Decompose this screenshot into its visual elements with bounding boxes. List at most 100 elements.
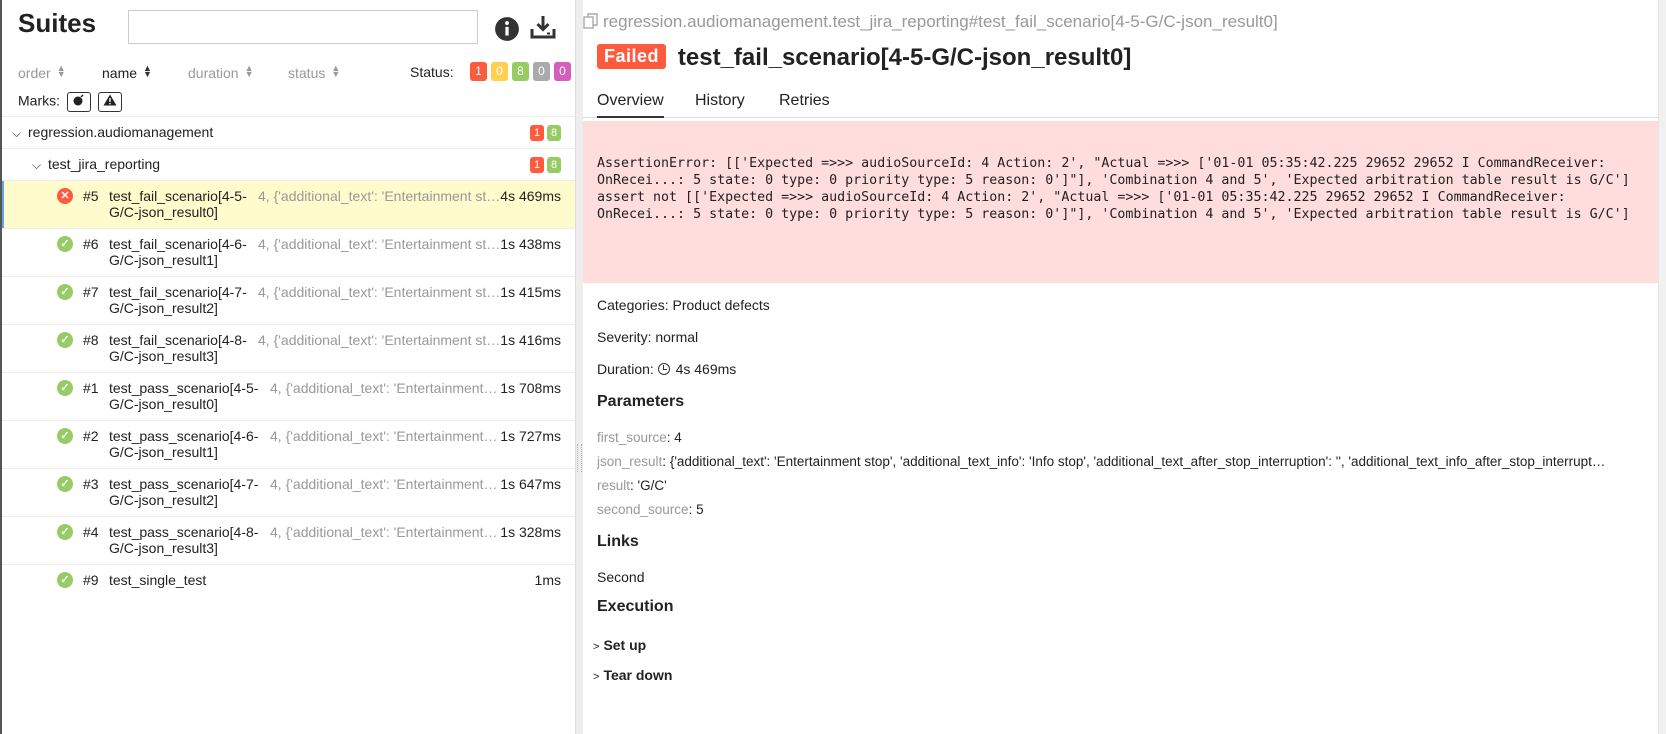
- test-name: test_fail_scenario[4-7-G/C-json_result2]: [109, 284, 247, 316]
- test-name: test_pass_scenario[4-7-G/C-json_result2]: [109, 476, 259, 508]
- broken-filter-badge[interactable]: 0: [491, 62, 508, 81]
- failed-count-badge: 1: [530, 157, 544, 173]
- test-params: 4, {'additional_text': 'Entertainment…: [270, 428, 498, 444]
- passed-status-icon: ✓: [57, 524, 73, 540]
- test-params: 4, {'additional_text': 'Entertainment st…: [258, 332, 501, 348]
- test-order: #5: [83, 188, 99, 204]
- parameter-row: json_result: {'additional_text': 'Entert…: [597, 454, 1606, 469]
- duration-field: Duration: 4s 469ms: [597, 361, 736, 377]
- group-counts: 1 8: [530, 125, 561, 141]
- test-row[interactable]: ✓ #4 test_pass_scenario[4-8-G/C-json_res…: [2, 516, 575, 564]
- test-order: #4: [83, 524, 99, 540]
- parameters-heading: Parameters: [597, 393, 685, 410]
- test-params: 4, {'additional_text': 'Entertainment st…: [258, 236, 501, 252]
- parameter-row: second_source: 5: [597, 502, 704, 517]
- sort-order[interactable]: order ▲ ▼: [18, 64, 66, 82]
- sort-name-label: name: [102, 65, 138, 81]
- parameter-key: first_source: [597, 430, 667, 445]
- test-tree: ⌵ regression.audiomanagement 1 8 ⌵ test_…: [2, 116, 575, 594]
- test-row[interactable]: ✓ #7 test_fail_scenario[4-7-G/C-json_res…: [2, 276, 575, 324]
- page-title: test_fail_scenario[4-5-G/C-json_result0]: [677, 44, 1132, 71]
- group-name: regression.audiomanagement: [28, 124, 214, 140]
- sort-duration[interactable]: duration ▲ ▼: [188, 63, 254, 82]
- passed-status-icon: ✓: [57, 332, 73, 348]
- test-title-row: Failed test_fail_scenario[4-5-G/C-json_r…: [597, 44, 1131, 72]
- sort-name[interactable]: name ▲ ▼: [102, 63, 152, 82]
- test-duration: 1ms: [534, 572, 561, 588]
- passed-filter-badge[interactable]: 8: [512, 62, 529, 81]
- test-duration: 1s 647ms: [500, 476, 561, 492]
- parameter-row: result: 'G/C': [597, 478, 667, 493]
- download-icon[interactable]: [530, 14, 556, 40]
- categories-value: Product defects: [672, 297, 770, 313]
- test-name: test_fail_scenario[4-5-G/C-json_result0]: [109, 188, 247, 220]
- passed-status-icon: ✓: [57, 572, 73, 588]
- test-row[interactable]: ✓ #8 test_fail_scenario[4-8-G/C-json_res…: [2, 324, 575, 372]
- test-row[interactable]: ✕ #5 test_fail_scenario[4-5-G/C-json_res…: [2, 180, 575, 228]
- search-input[interactable]: [128, 10, 478, 44]
- status-badge: Failed: [597, 44, 667, 69]
- test-order: #3: [83, 476, 99, 492]
- categories-field: Categories: Product defects: [597, 297, 770, 313]
- sort-arrows-icon: ▲ ▼: [143, 63, 152, 79]
- suite-group-row[interactable]: ⌵ regression.audiomanagement 1 8: [2, 116, 575, 148]
- clock-icon: [657, 363, 670, 375]
- tab-overview[interactable]: Overview: [597, 92, 664, 118]
- sort-status-label: status: [288, 65, 326, 81]
- detail-tabs: Overview History Retries: [583, 84, 1658, 118]
- pane-splitter[interactable]: [575, 0, 583, 734]
- test-order: #7: [83, 284, 99, 300]
- links-heading: Links: [597, 533, 639, 550]
- execution-step-setup[interactable]: > Set up: [593, 637, 646, 653]
- test-row[interactable]: ✓ #6 test_fail_scenario[4-6-G/C-json_res…: [2, 228, 575, 276]
- tab-history[interactable]: History: [695, 92, 745, 110]
- status-filter-label: Status:: [410, 64, 454, 80]
- test-name: test_single_test: [109, 572, 207, 588]
- execution-step-teardown[interactable]: > Tear down: [593, 667, 672, 683]
- severity-field: Severity: normal: [597, 329, 698, 345]
- test-row[interactable]: ✓ #3 test_pass_scenario[4-7-G/C-json_res…: [2, 468, 575, 516]
- copy-icon[interactable]: [583, 13, 599, 29]
- test-duration: 1s 438ms: [500, 236, 561, 252]
- test-order: #1: [83, 380, 99, 396]
- test-params: 4, {'additional_text': 'Entertainment…: [270, 476, 498, 492]
- parameter-value: 5: [696, 502, 704, 517]
- flaky-mark-toggle[interactable]: [66, 92, 91, 112]
- suite-group-row[interactable]: ⌵ test_jira_reporting 1 8: [2, 148, 575, 180]
- test-duration: 1s 727ms: [500, 428, 561, 444]
- suites-panel: Suites order ▲ ▼ name ▲ ▼ duration ▲ ▼ status ▲…: [0, 0, 575, 734]
- scrollbar[interactable]: [1658, 0, 1666, 734]
- parameter-row: first_source: 4: [597, 430, 682, 445]
- test-duration: 1s 416ms: [500, 332, 561, 348]
- chevron-right-icon: >: [593, 641, 600, 653]
- test-name: test_fail_scenario[4-8-G/C-json_result3]: [109, 332, 247, 364]
- sort-status[interactable]: status ▲ ▼: [288, 64, 340, 82]
- failed-status-icon: ✕: [57, 188, 73, 204]
- breadcrumb-text: regression.audiomanagement.test_jira_rep…: [603, 12, 1278, 31]
- sort-arrows-icon: ▲ ▼: [244, 63, 254, 79]
- sort-duration-label: duration: [188, 65, 239, 81]
- group-name: test_jira_reporting: [48, 156, 161, 172]
- known-issue-mark-toggle[interactable]: [97, 92, 122, 112]
- test-order: #6: [83, 236, 99, 252]
- parameter-value: 'G/C': [637, 478, 667, 493]
- info-icon[interactable]: [494, 16, 520, 42]
- test-params: 4, {'additional_text': 'Entertainment…: [270, 380, 498, 396]
- link-item[interactable]: Second: [597, 569, 644, 585]
- skipped-filter-badge[interactable]: 0: [533, 62, 550, 81]
- tab-retries[interactable]: Retries: [779, 92, 830, 110]
- test-row[interactable]: ✓ #9 test_single_test 1ms: [2, 564, 575, 594]
- passed-count-badge: 8: [547, 157, 561, 173]
- passed-count-badge: 8: [547, 125, 561, 141]
- test-row[interactable]: ✓ #1 test_pass_scenario[4-5-G/C-json_res…: [2, 372, 575, 420]
- test-row[interactable]: ✓ #2 test_pass_scenario[4-6-G/C-json_res…: [2, 420, 575, 468]
- unknown-filter-badge[interactable]: 0: [554, 62, 571, 81]
- test-name: test_fail_scenario[4-6-G/C-json_result1]: [109, 236, 247, 268]
- chevron-down-icon: ⌵: [32, 158, 42, 172]
- passed-status-icon: ✓: [57, 380, 73, 396]
- marks-filter: Marks:: [18, 92, 122, 112]
- failed-filter-badge[interactable]: 1: [470, 62, 487, 81]
- execution-heading: Execution: [597, 598, 674, 615]
- test-details-panel: regression.audiomanagement.test_jira_rep…: [583, 0, 1666, 734]
- sort-order-label: order: [18, 65, 51, 81]
